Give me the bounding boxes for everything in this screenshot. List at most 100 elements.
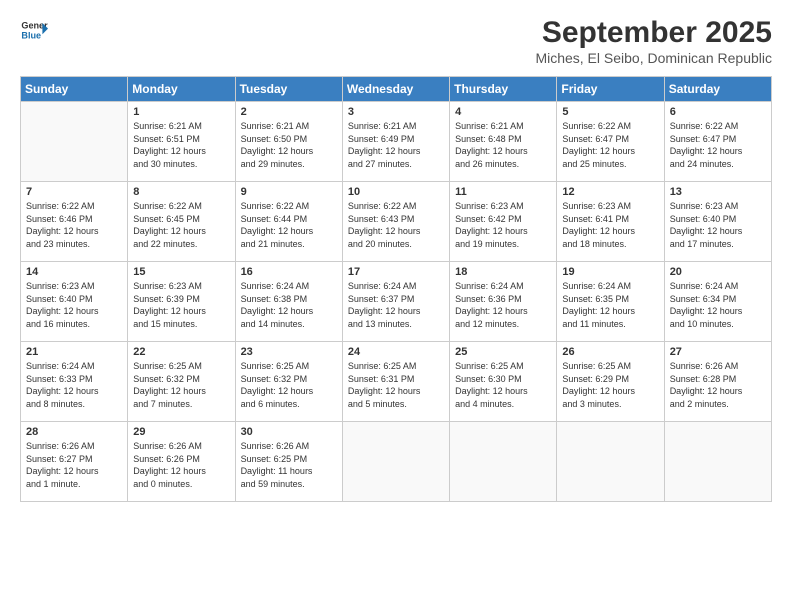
calendar-day-cell: 29 Sunrise: 6:26 AM Sunset: 6:26 PM Dayli… xyxy=(128,422,235,502)
calendar-day-cell: 12 Sunrise: 6:23 AM Sunset: 6:41 PM Dayli… xyxy=(557,182,664,262)
day-number: 27 xyxy=(670,346,766,358)
calendar-body: 1Sunrise: 6:21 AM Sunset: 6:51 PM Daylig… xyxy=(21,102,772,502)
title-area: September 2025 Miches, El Seibo, Dominic… xyxy=(535,16,772,66)
calendar-week-row: 28 Sunrise: 6:26 AM Sunset: 6:27 PM Dayli… xyxy=(21,422,772,502)
calendar-day-header: Sunday xyxy=(21,77,128,102)
calendar-week-row: 14Sunrise: 6:23 AM Sunset: 6:40 PM Dayli… xyxy=(21,262,772,342)
day-number: 5 xyxy=(562,106,658,118)
day-number: 30 xyxy=(241,426,337,438)
day-number: 16 xyxy=(241,266,337,278)
calendar-day-cell: 2Sunrise: 6:21 AM Sunset: 6:50 PM Daylig… xyxy=(235,102,342,182)
calendar-day-cell: 25 Sunrise: 6:25 AM Sunset: 6:30 PM Dayli… xyxy=(450,342,557,422)
day-number: 19 xyxy=(562,266,658,278)
day-info: Sunrise: 6:21 AM Sunset: 6:50 PM Dayligh… xyxy=(241,120,337,170)
logo: General Blue xyxy=(20,16,48,44)
day-info: Sunrise: 6:24 AM Sunset: 6:33 PM Dayligh… xyxy=(26,360,122,410)
calendar-day-cell: 5Sunrise: 6:22 AM Sunset: 6:47 PM Daylig… xyxy=(557,102,664,182)
day-number: 23 xyxy=(241,346,337,358)
calendar-day-cell: 27 Sunrise: 6:26 AM Sunset: 6:28 PM Dayli… xyxy=(664,342,771,422)
day-number: 18 xyxy=(455,266,551,278)
calendar-day-cell: 14Sunrise: 6:23 AM Sunset: 6:40 PM Dayli… xyxy=(21,262,128,342)
logo-icon: General Blue xyxy=(20,16,48,44)
day-number: 25 xyxy=(455,346,551,358)
day-info: Sunrise: 6:24 AM Sunset: 6:37 PM Dayligh… xyxy=(348,280,444,330)
day-info: Sunrise: 6:24 AM Sunset: 6:38 PM Dayligh… xyxy=(241,280,337,330)
day-info: Sunrise: 6:23 AM Sunset: 6:40 PM Dayligh… xyxy=(670,200,766,250)
day-number: 22 xyxy=(133,346,229,358)
calendar-day-cell: 6Sunrise: 6:22 AM Sunset: 6:47 PM Daylig… xyxy=(664,102,771,182)
day-info: Sunrise: 6:22 AM Sunset: 6:43 PM Dayligh… xyxy=(348,200,444,250)
calendar-day-cell: 8 Sunrise: 6:22 AM Sunset: 6:45 PM Daylig… xyxy=(128,182,235,262)
calendar-week-row: 21 Sunrise: 6:24 AM Sunset: 6:33 PM Dayli… xyxy=(21,342,772,422)
day-info: Sunrise: 6:25 AM Sunset: 6:30 PM Dayligh… xyxy=(455,360,551,410)
day-info: Sunrise: 6:21 AM Sunset: 6:48 PM Dayligh… xyxy=(455,120,551,170)
calendar-header-row: SundayMondayTuesdayWednesdayThursdayFrid… xyxy=(21,77,772,102)
calendar-day-cell: 1Sunrise: 6:21 AM Sunset: 6:51 PM Daylig… xyxy=(128,102,235,182)
month-title: September 2025 xyxy=(535,16,772,50)
day-info: Sunrise: 6:25 AM Sunset: 6:31 PM Dayligh… xyxy=(348,360,444,410)
day-number: 3 xyxy=(348,106,444,118)
day-info: Sunrise: 6:23 AM Sunset: 6:41 PM Dayligh… xyxy=(562,200,658,250)
calendar-day-header: Wednesday xyxy=(342,77,449,102)
day-number: 21 xyxy=(26,346,122,358)
calendar-day-cell xyxy=(450,422,557,502)
day-number: 1 xyxy=(133,106,229,118)
calendar-day-cell: 28 Sunrise: 6:26 AM Sunset: 6:27 PM Dayli… xyxy=(21,422,128,502)
day-info: Sunrise: 6:25 AM Sunset: 6:32 PM Dayligh… xyxy=(241,360,337,410)
calendar-day-header: Saturday xyxy=(664,77,771,102)
calendar-day-cell: 26 Sunrise: 6:25 AM Sunset: 6:29 PM Dayli… xyxy=(557,342,664,422)
day-info: Sunrise: 6:22 AM Sunset: 6:45 PM Dayligh… xyxy=(133,200,229,250)
svg-text:Blue: Blue xyxy=(21,30,41,40)
day-info: Sunrise: 6:23 AM Sunset: 6:42 PM Dayligh… xyxy=(455,200,551,250)
calendar-week-row: 1Sunrise: 6:21 AM Sunset: 6:51 PM Daylig… xyxy=(21,102,772,182)
calendar-day-cell: 19 Sunrise: 6:24 AM Sunset: 6:35 PM Dayli… xyxy=(557,262,664,342)
day-info: Sunrise: 6:26 AM Sunset: 6:27 PM Dayligh… xyxy=(26,440,122,490)
day-number: 10 xyxy=(348,186,444,198)
day-number: 4 xyxy=(455,106,551,118)
day-info: Sunrise: 6:24 AM Sunset: 6:36 PM Dayligh… xyxy=(455,280,551,330)
day-info: Sunrise: 6:25 AM Sunset: 6:32 PM Dayligh… xyxy=(133,360,229,410)
calendar-day-header: Friday xyxy=(557,77,664,102)
calendar-day-cell: 7Sunrise: 6:22 AM Sunset: 6:46 PM Daylig… xyxy=(21,182,128,262)
calendar-day-cell: 30Sunrise: 6:26 AM Sunset: 6:25 PM Dayli… xyxy=(235,422,342,502)
calendar-day-cell: 23 Sunrise: 6:25 AM Sunset: 6:32 PM Dayli… xyxy=(235,342,342,422)
calendar-day-cell: 3 Sunrise: 6:21 AM Sunset: 6:49 PM Daylig… xyxy=(342,102,449,182)
day-number: 12 xyxy=(562,186,658,198)
day-info: Sunrise: 6:26 AM Sunset: 6:28 PM Dayligh… xyxy=(670,360,766,410)
day-info: Sunrise: 6:23 AM Sunset: 6:40 PM Dayligh… xyxy=(26,280,122,330)
location-subtitle: Miches, El Seibo, Dominican Republic xyxy=(535,50,772,66)
calendar-day-cell: 17Sunrise: 6:24 AM Sunset: 6:37 PM Dayli… xyxy=(342,262,449,342)
day-number: 28 xyxy=(26,426,122,438)
calendar-day-cell: 9Sunrise: 6:22 AM Sunset: 6:44 PM Daylig… xyxy=(235,182,342,262)
calendar-day-cell: 4 Sunrise: 6:21 AM Sunset: 6:48 PM Daylig… xyxy=(450,102,557,182)
calendar-day-cell xyxy=(342,422,449,502)
day-number: 13 xyxy=(670,186,766,198)
day-info: Sunrise: 6:22 AM Sunset: 6:46 PM Dayligh… xyxy=(26,200,122,250)
day-info: Sunrise: 6:26 AM Sunset: 6:26 PM Dayligh… xyxy=(133,440,229,490)
day-number: 8 xyxy=(133,186,229,198)
calendar-day-cell: 11 Sunrise: 6:23 AM Sunset: 6:42 PM Dayli… xyxy=(450,182,557,262)
day-info: Sunrise: 6:24 AM Sunset: 6:35 PM Dayligh… xyxy=(562,280,658,330)
calendar-day-cell: 22 Sunrise: 6:25 AM Sunset: 6:32 PM Dayli… xyxy=(128,342,235,422)
day-info: Sunrise: 6:21 AM Sunset: 6:49 PM Dayligh… xyxy=(348,120,444,170)
calendar-table: SundayMondayTuesdayWednesdayThursdayFrid… xyxy=(20,76,772,502)
calendar-week-row: 7Sunrise: 6:22 AM Sunset: 6:46 PM Daylig… xyxy=(21,182,772,262)
day-info: Sunrise: 6:23 AM Sunset: 6:39 PM Dayligh… xyxy=(133,280,229,330)
calendar-day-header: Monday xyxy=(128,77,235,102)
day-info: Sunrise: 6:22 AM Sunset: 6:44 PM Dayligh… xyxy=(241,200,337,250)
calendar-day-cell: 10 Sunrise: 6:22 AM Sunset: 6:43 PM Dayli… xyxy=(342,182,449,262)
day-number: 26 xyxy=(562,346,658,358)
calendar-day-cell: 21 Sunrise: 6:24 AM Sunset: 6:33 PM Dayli… xyxy=(21,342,128,422)
day-number: 11 xyxy=(455,186,551,198)
calendar-day-cell xyxy=(664,422,771,502)
calendar-day-header: Tuesday xyxy=(235,77,342,102)
day-info: Sunrise: 6:25 AM Sunset: 6:29 PM Dayligh… xyxy=(562,360,658,410)
calendar-day-cell: 24Sunrise: 6:25 AM Sunset: 6:31 PM Dayli… xyxy=(342,342,449,422)
day-info: Sunrise: 6:22 AM Sunset: 6:47 PM Dayligh… xyxy=(670,120,766,170)
calendar-day-cell xyxy=(557,422,664,502)
day-number: 29 xyxy=(133,426,229,438)
day-number: 15 xyxy=(133,266,229,278)
calendar-day-cell: 20Sunrise: 6:24 AM Sunset: 6:34 PM Dayli… xyxy=(664,262,771,342)
calendar-day-cell: 13 Sunrise: 6:23 AM Sunset: 6:40 PM Dayli… xyxy=(664,182,771,262)
day-number: 20 xyxy=(670,266,766,278)
